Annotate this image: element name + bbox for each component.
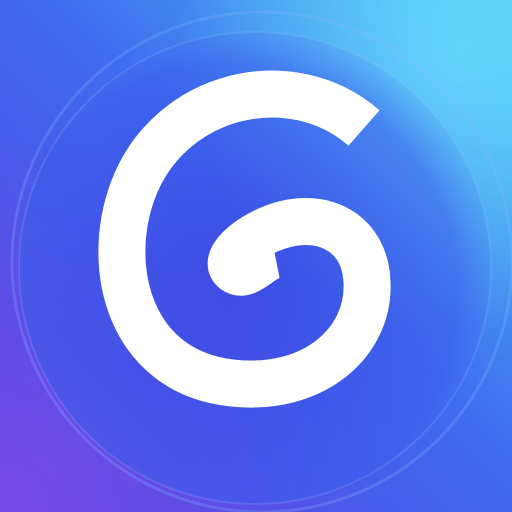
app-icon-graphic [0,0,512,512]
app-icon [0,0,512,512]
